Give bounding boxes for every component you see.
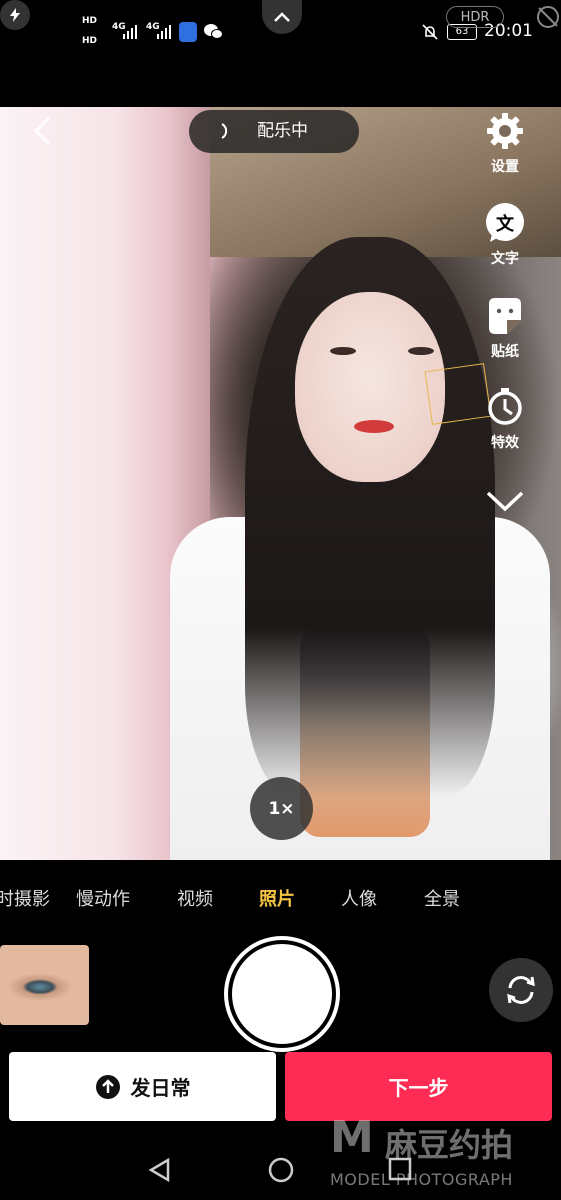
- mode-slowmo[interactable]: 慢动作: [76, 885, 130, 911]
- flip-camera-icon: [507, 976, 535, 1004]
- triangle-back-icon: [148, 1157, 170, 1183]
- subject-eye-left: [330, 347, 356, 355]
- next-step-button[interactable]: 下一步: [285, 1052, 552, 1121]
- tool-settings[interactable]: 设置: [476, 110, 534, 176]
- signal-2-icon: [157, 25, 171, 39]
- next-step-label: 下一步: [388, 1076, 449, 1100]
- camera-mode-button[interactable]: [535, 4, 561, 30]
- circle-home-icon: [268, 1157, 294, 1183]
- hd2-label: HD: [82, 36, 98, 46]
- nav-back-button[interactable]: [146, 1156, 174, 1184]
- tool-sticker[interactable]: 贴纸: [476, 295, 534, 361]
- camera-off-icon: [537, 6, 559, 28]
- chevron-down-icon: [486, 491, 524, 512]
- flash-icon: [10, 8, 20, 22]
- text-glyph: 文: [496, 214, 514, 235]
- gear-icon: [484, 110, 526, 152]
- signal-1-icon: [123, 25, 137, 39]
- square-recents-icon: [388, 1157, 412, 1181]
- music-loading-icon: [221, 123, 228, 139]
- mode-photo[interactable]: 照片: [259, 885, 295, 911]
- tool-text[interactable]: 文 文字: [476, 202, 534, 268]
- flash-button[interactable]: [0, 0, 30, 30]
- mode-portrait[interactable]: 人像: [341, 885, 377, 911]
- shutter-button[interactable]: [228, 940, 336, 1048]
- subject-eye-right: [408, 347, 434, 355]
- tool-effects[interactable]: 特效: [476, 386, 534, 452]
- post-daily-button[interactable]: 发日常: [9, 1052, 276, 1121]
- music-selector[interactable]: 配乐中: [189, 110, 359, 153]
- zoom-label: 1×: [268, 798, 295, 819]
- zoom-button[interactable]: 1×: [250, 777, 313, 840]
- gallery-thumbnail[interactable]: [0, 945, 89, 1025]
- effects-timer-icon: [484, 386, 526, 428]
- sticker-icon: [484, 295, 526, 337]
- mode-timelapse[interactable]: 时摄影: [0, 885, 50, 911]
- wechat-icon: [204, 24, 223, 39]
- watermark-logo: M: [330, 1112, 374, 1163]
- chevron-up-icon: [274, 12, 290, 22]
- mode-selector: 时摄影 慢动作 视频 照片 人像 全景: [0, 885, 561, 917]
- chevron-left-icon: [33, 116, 51, 146]
- tool-sticker-label: 贴纸: [491, 344, 519, 360]
- nav-recents-button[interactable]: [387, 1156, 413, 1182]
- hdr-label: HDR: [460, 10, 490, 25]
- mute-bell-icon: [422, 24, 438, 40]
- collapse-button[interactable]: [262, 0, 302, 34]
- subject-lips: [354, 420, 394, 433]
- watermark-en: MODEL PHOTOGRAPH: [330, 1170, 513, 1189]
- hd1-label: HD: [82, 16, 98, 26]
- text-bubble-icon: 文: [484, 202, 526, 244]
- upload-arrow-icon: [95, 1074, 120, 1099]
- subject-face: [295, 292, 445, 482]
- tool-settings-label: 设置: [491, 159, 519, 175]
- post-daily-label: 发日常: [130, 1076, 191, 1100]
- app-notification-icon: [179, 22, 197, 42]
- hdr-toggle[interactable]: HDR: [446, 6, 504, 28]
- more-tools-button[interactable]: [484, 488, 526, 514]
- flip-camera-button[interactable]: [489, 958, 553, 1022]
- back-button[interactable]: [30, 114, 56, 148]
- tool-text-label: 文字: [491, 251, 519, 267]
- mode-video[interactable]: 视频: [177, 885, 213, 911]
- tool-effects-label: 特效: [491, 435, 519, 451]
- mode-panorama[interactable]: 全景: [424, 885, 460, 911]
- music-label: 配乐中: [257, 121, 308, 141]
- nav-home-button[interactable]: [267, 1156, 295, 1184]
